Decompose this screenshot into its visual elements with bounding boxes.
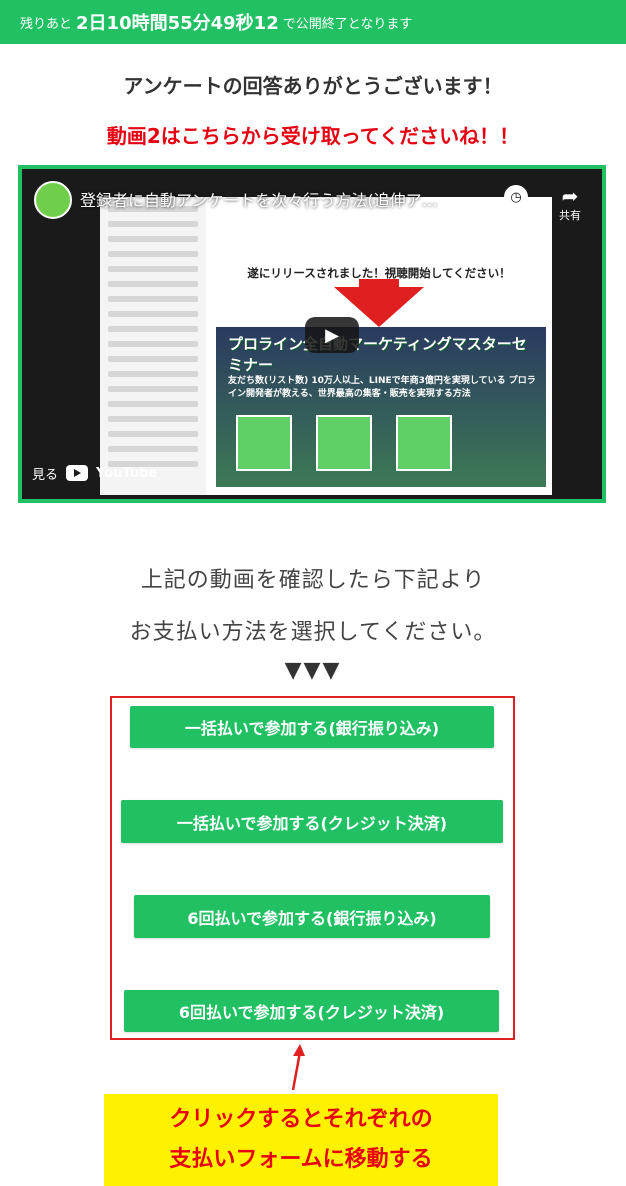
pay-6-installments-credit-button[interactable]: 6回払いで参加する(クレジット決済) [124, 990, 499, 1032]
share-button[interactable]: ➦ 共有 [548, 185, 592, 223]
video-thumb-sidebar [100, 197, 206, 495]
banner-card [236, 415, 292, 471]
youtube-logo-icon [66, 465, 89, 481]
youtube-label: YouTube [96, 465, 158, 481]
video-thumb-content: 遂にリリースされました！視聴開始してください！ プロライン全自動マーケティングマ… [206, 197, 552, 495]
watch-on-label: 見る [32, 467, 59, 483]
payment-instruction: 上記の動画を確認したら下記より お支払い方法を選択してください。 [0, 555, 626, 659]
banner-cards [236, 415, 536, 475]
countdown-suffix: で公開終了となります [282, 16, 413, 32]
watch-on-youtube-link[interactable]: 見る YouTube [32, 459, 166, 487]
video-intro-text: 動画2はこちらから受け取ってくださいね！！ [106, 124, 520, 148]
banner-card [396, 415, 452, 471]
banner-subtitle: 友だち数(リスト数) 10万人以上、LINEで年商3億円を実現している プロライ… [228, 376, 536, 399]
countdown-prefix: 残りあと [20, 16, 73, 32]
pay-6-installments-bank-button[interactable]: 6回払いで参加する(銀行振り込み) [134, 895, 490, 938]
annotation-line1: クリックするとそれぞれの [169, 1107, 433, 1132]
seminar-banner: プロライン全自動マーケティングマスターセミナー 友だち数(リスト数) 10万人以… [216, 327, 546, 487]
down-triangles-icon: ▼▼▼ [284, 658, 342, 683]
countdown-time: 2日10時間55分49秒12 [76, 13, 279, 34]
share-label: 共有 [559, 209, 581, 222]
instruction-line2: お支払い方法を選択してください。 [129, 620, 497, 645]
annotation-line2: 支払いフォームに移動する [169, 1147, 433, 1172]
play-icon: ▶ [325, 324, 339, 346]
annotation-note: クリックするとそれぞれの 支払いフォームに移動する [104, 1094, 498, 1186]
play-button[interactable]: ▶ [305, 317, 359, 353]
instruction-line1: 上記の動画を確認したら下記より [140, 568, 486, 593]
channel-avatar[interactable] [34, 181, 72, 219]
thanks-heading: アンケートの回答ありがとうございます！ [123, 74, 503, 98]
share-arrow-icon: ➦ [561, 184, 579, 208]
video-title[interactable]: 登録者に自動アンケートを次々行う方法(追伸ア… [80, 187, 500, 217]
countdown-bar: 残りあと 2日10時間55分49秒12 で公開終了となります [0, 0, 626, 44]
watch-later-button[interactable]: ◷ 後で見る [488, 185, 544, 227]
pay-lump-sum-credit-button[interactable]: 一括払いで参加する(クレジット決済) [121, 800, 503, 843]
banner-title: プロライン全自動マーケティングマスターセミナー [228, 335, 527, 374]
pay-lump-sum-bank-button[interactable]: 一括払いで参加する(銀行振り込み) [130, 706, 494, 748]
clock-icon: ◷ [504, 185, 528, 209]
red-up-arrow-icon [291, 1044, 305, 1091]
youtube-embed[interactable]: 遂にリリースされました！視聴開始してください！ プロライン全自動マーケティングマ… [18, 165, 606, 503]
banner-card [316, 415, 372, 471]
watch-later-label: 後で見る [494, 213, 538, 226]
